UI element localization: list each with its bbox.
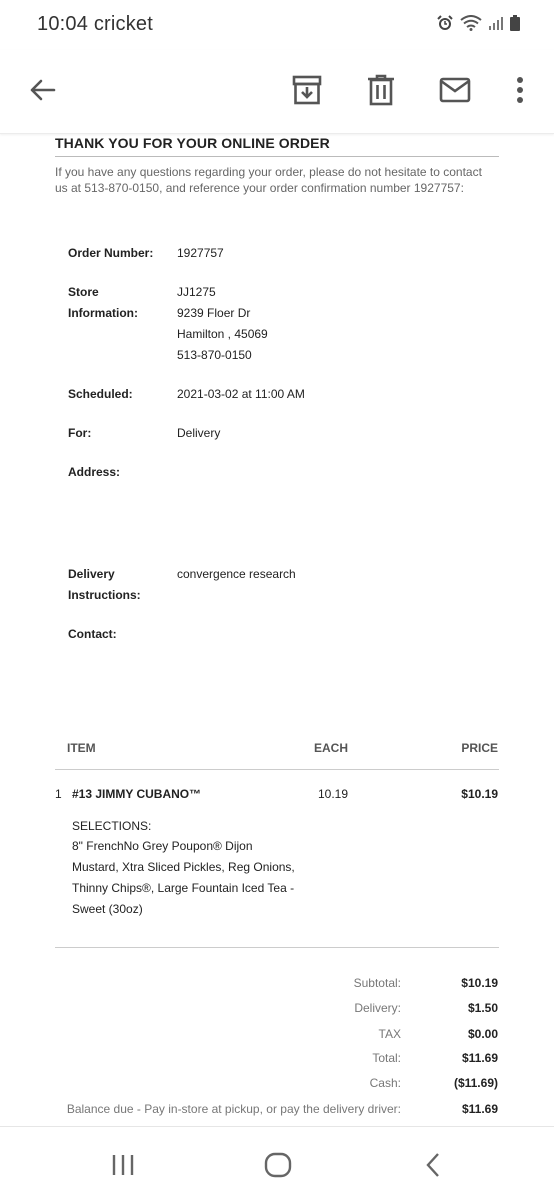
balance-due-label: Balance due - Pay in-store at pickup, or…: [66, 1102, 401, 1116]
contact-label: Contact:: [68, 627, 117, 641]
clock: 10:04: [37, 13, 89, 35]
column-header-price: PRICE: [461, 741, 498, 755]
email-toolbar: [0, 50, 554, 134]
column-header-each: EACH: [314, 741, 349, 755]
selections-label: SELECTIONS:: [72, 819, 152, 833]
email-heading: THANK YOU FOR YOUR ONLINE ORDER: [55, 135, 499, 157]
table-header-divider: [55, 769, 499, 770]
totals-row-subtotal: Subtotal: $10.19: [0, 976, 554, 996]
total-label: Total:: [372, 1051, 401, 1065]
item-price: $10.19: [461, 787, 498, 801]
subtotal-label: Subtotal:: [353, 976, 401, 990]
item-each-price: 10.19: [318, 787, 349, 801]
more-vert-icon[interactable]: [500, 70, 540, 110]
scheduled-label: Scheduled:: [68, 387, 133, 401]
totals-row-tax: TAX $0.00: [0, 1027, 554, 1047]
cash-value: ($11.69): [453, 1076, 498, 1090]
totals-row-delivery: Delivery: $1.50: [0, 1001, 554, 1021]
selections-text: 8" FrenchNo Grey Poupon® Dijon Mustard, …: [72, 839, 295, 916]
back-icon[interactable]: [413, 1149, 453, 1181]
delivery-instructions-label: Delivery Instructions:: [68, 567, 141, 602]
store-city: Hamilton , 45069: [177, 327, 268, 341]
recent-apps-icon[interactable]: [103, 1149, 143, 1181]
alarm-icon: [436, 14, 454, 32]
item-quantity: 1: [55, 787, 62, 801]
wifi-icon: [460, 15, 482, 31]
delete-icon[interactable]: [361, 70, 401, 110]
subtotal-value: $10.19: [461, 976, 498, 990]
address-label: Address:: [68, 465, 121, 479]
totals-row-cash: Cash: ($11.69): [0, 1076, 554, 1096]
item-name: #13 JIMMY CUBANO™: [72, 787, 202, 801]
status-bar: 10:04 cricket: [0, 0, 554, 50]
store-label: Store Information:: [68, 285, 138, 320]
home-icon[interactable]: [258, 1149, 298, 1181]
archive-icon[interactable]: [287, 70, 327, 110]
totals-row-balance-due: Balance due - Pay in-store at pickup, or…: [0, 1102, 554, 1122]
email-body: THANK YOU FOR YOUR ONLINE ORDER If you h…: [0, 134, 554, 1126]
total-value: $11.69: [461, 1051, 498, 1065]
system-navigation-bar: [0, 1126, 554, 1200]
back-arrow-icon[interactable]: [22, 70, 62, 110]
carrier: cricket: [93, 13, 154, 35]
scheduled-value: 2021-03-02 at 11:00 AM: [177, 387, 305, 401]
order-number-value: 1927757: [177, 246, 224, 260]
status-icons: [436, 14, 520, 32]
mail-icon[interactable]: [435, 70, 475, 110]
delivery-instructions-value: convergence research: [177, 567, 296, 581]
store-information: JJ1275 9239 Floer Dr Hamilton , 45069 51…: [177, 282, 268, 366]
table-footer-divider: [55, 947, 499, 948]
store-phone[interactable]: 513-870-0150: [177, 345, 268, 366]
email-intro: If you have any questions regarding your…: [55, 165, 482, 195]
for-value: Delivery: [177, 426, 221, 440]
totals-row-total: Total: $11.69: [0, 1051, 554, 1071]
battery-icon: [510, 15, 520, 31]
for-label: For:: [68, 426, 92, 440]
store-id: JJ1275: [177, 285, 216, 299]
tax-value: $0.00: [467, 1027, 498, 1041]
delivery-fee-value: $1.50: [467, 1001, 498, 1015]
tax-label: TAX: [378, 1027, 401, 1041]
balance-due-value: $11.69: [461, 1102, 498, 1116]
column-header-item: ITEM: [67, 741, 96, 755]
delivery-fee-label: Delivery:: [354, 1001, 401, 1015]
store-street: 9239 Floer Dr: [177, 306, 251, 320]
status-time: 10:04 cricket: [37, 13, 153, 36]
order-number-label: Order Number:: [68, 246, 154, 260]
cash-label: Cash:: [369, 1076, 401, 1090]
signal-icon: [488, 16, 504, 30]
